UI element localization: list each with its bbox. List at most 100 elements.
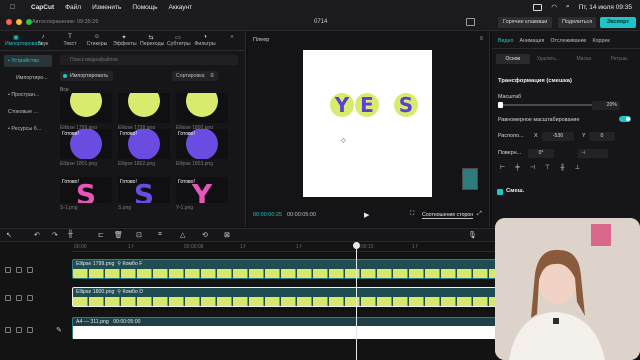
mirror-icon[interactable]: △ <box>180 231 185 239</box>
player-menu-icon[interactable]: ≡ <box>479 36 483 42</box>
media-tab-5[interactable]: ⇆ Переходы <box>140 31 164 50</box>
rotate-field[interactable]: 0° <box>528 149 554 158</box>
sidebar-item-stock[interactable]: Стоковые ... <box>4 106 52 118</box>
scale-value-field[interactable]: 20% <box>592 101 620 110</box>
track-2-eye-icon[interactable] <box>16 295 22 301</box>
layout-icon[interactable] <box>466 18 475 26</box>
project-name[interactable]: 0714 <box>314 19 327 25</box>
blend-checkbox[interactable] <box>497 189 503 195</box>
fit-icon[interactable]: ⊠ <box>224 231 230 239</box>
scale-slider-knob[interactable] <box>498 102 503 108</box>
fullscreen-icon[interactable]: ⤢ <box>477 211 482 218</box>
subtab-mask[interactable]: Маска <box>567 54 601 64</box>
share-button[interactable]: Поделиться <box>558 17 597 28</box>
play-icon[interactable]: ▶ <box>364 211 369 219</box>
track-1-lock-icon[interactable] <box>5 267 11 273</box>
sidebar-item-space[interactable]: • Простран... <box>4 89 52 101</box>
select-tool-icon[interactable]: ↖ <box>6 231 12 239</box>
track-3-audio-icon[interactable] <box>27 327 33 333</box>
hotkeys-button[interactable]: Горячие клавиши <box>498 17 553 28</box>
minimize-window-button[interactable] <box>16 19 22 25</box>
sidebar-item-imported[interactable]: Импортиро... <box>4 72 52 84</box>
uniform-scale-toggle[interactable] <box>619 116 631 122</box>
align-center-h-icon[interactable]: ╪ <box>513 164 522 172</box>
media-thumb[interactable]: S Готово! <box>60 177 112 203</box>
filter-icon[interactable]: ≡ <box>206 71 218 81</box>
menu-app[interactable]: CapCut <box>31 4 54 11</box>
preview-canvas[interactable]: Y E S ◇ <box>303 50 432 197</box>
rotate-clip-icon[interactable]: ⟲ <box>202 231 208 239</box>
align-bottom-icon[interactable]: ⊥ <box>573 164 582 172</box>
export-button[interactable]: Экспорт <box>600 17 636 28</box>
track-2-lock-icon[interactable] <box>5 295 11 301</box>
split-icon[interactable]: ╫ <box>68 231 73 238</box>
align-right-icon[interactable]: ⊣ <box>528 164 537 172</box>
microphone-icon[interactable]: 🎙 <box>468 231 477 239</box>
media-tab-6[interactable]: ▭ Субтитры <box>167 31 191 50</box>
anchor-icon[interactable]: ◇ <box>341 137 346 144</box>
sidebar-item-resources[interactable]: • Ресурсы б... <box>4 123 52 135</box>
freeze-icon[interactable]: ⊡ <box>136 231 142 239</box>
more-tabs-icon[interactable]: » <box>221 31 243 50</box>
close-window-button[interactable] <box>6 19 12 25</box>
tab-correction[interactable]: Коррек <box>593 31 610 48</box>
sort-button[interactable]: Сортировка <box>172 71 209 81</box>
media-tab-1[interactable]: ♪ Звук <box>32 31 54 50</box>
media-tab-3[interactable]: ☺ Стикеры <box>86 31 108 50</box>
crop-clip-icon[interactable]: ⌗ <box>158 231 162 239</box>
undo-icon[interactable]: ↶ <box>34 231 40 239</box>
position-x-field[interactable]: -536 <box>542 132 574 141</box>
menu-account[interactable]: Аккаунт <box>169 4 193 11</box>
align-top-icon[interactable]: ⊤ <box>543 164 552 172</box>
media-thumb[interactable] <box>176 93 228 123</box>
flip-field[interactable]: ⊣ <box>578 149 608 158</box>
position-y-field[interactable]: 0 <box>589 132 615 141</box>
cover-edit-icon[interactable]: ✎ <box>56 326 62 334</box>
track-3-eye-icon[interactable] <box>16 327 22 333</box>
menu-edit[interactable]: Изменить <box>92 4 121 11</box>
track-1-audio-icon[interactable] <box>27 267 33 273</box>
wifi-icon[interactable]: ◠ <box>551 3 557 11</box>
preview-letter-e[interactable]: E <box>355 93 379 117</box>
media-thumb[interactable]: Готово! <box>118 129 170 159</box>
track-3-lock-icon[interactable] <box>5 327 11 333</box>
crop-icon[interactable]: ⛶ <box>410 211 414 218</box>
track-2-audio-icon[interactable] <box>27 295 33 301</box>
media-tab-2[interactable]: T Текст <box>59 31 81 50</box>
menubar-clock[interactable]: Пт, 14 июля 09:35 <box>579 4 632 11</box>
scale-slider[interactable] <box>498 102 592 108</box>
media-thumb[interactable] <box>118 93 170 123</box>
delete-icon[interactable]: 🗑 <box>114 231 123 239</box>
tab-video[interactable]: Видео <box>498 31 513 48</box>
media-tab-0[interactable]: ▣ Импортировать <box>5 31 42 50</box>
media-thumb[interactable]: Y Готово! <box>176 177 228 203</box>
import-button[interactable]: Импортировать <box>60 71 114 81</box>
playhead[interactable] <box>353 242 360 360</box>
subtab-retouch[interactable]: Ретушь <box>603 54 637 64</box>
menu-file[interactable]: Файл <box>65 4 81 11</box>
apple-icon[interactable]:  <box>10 4 20 11</box>
media-tab-7[interactable]: ◑ Фильтры <box>194 31 216 50</box>
preview-side-thumb[interactable] <box>462 168 478 190</box>
subtab-basic[interactable]: Основ <box>496 54 530 64</box>
media-search-input[interactable]: Поиск медиафайлов <box>60 55 238 65</box>
align-center-v-icon[interactable]: ╫ <box>558 164 567 172</box>
menu-help[interactable]: Помощь <box>132 4 157 11</box>
preview-letter-y[interactable]: Y <box>330 93 354 117</box>
tab-tracking[interactable]: Отслеживание <box>550 31 586 48</box>
align-left-icon[interactable]: ⊢ <box>498 164 507 172</box>
sidebar-item-device[interactable]: • Устройство <box>4 55 52 67</box>
media-thumb[interactable]: Готово! <box>60 129 112 159</box>
aspect-ratio-button[interactable]: Соотношение сторон <box>422 212 474 219</box>
redo-icon[interactable]: ↷ <box>52 231 58 239</box>
media-thumb[interactable]: S Готово! <box>118 177 170 203</box>
track-1-eye-icon[interactable] <box>16 267 22 273</box>
search-icon[interactable]: ⌕ <box>566 3 570 11</box>
media-thumb[interactable] <box>60 93 112 123</box>
battery-icon[interactable] <box>533 3 543 11</box>
media-tab-4[interactable]: ✦ Эффекты <box>113 31 137 50</box>
preview-letter-s[interactable]: S <box>394 93 418 117</box>
transform-heading[interactable]: Трансформация (смешка) <box>498 78 572 84</box>
media-thumb[interactable]: Готово! <box>176 129 228 159</box>
split-left-icon[interactable]: ⊏ <box>98 231 104 239</box>
